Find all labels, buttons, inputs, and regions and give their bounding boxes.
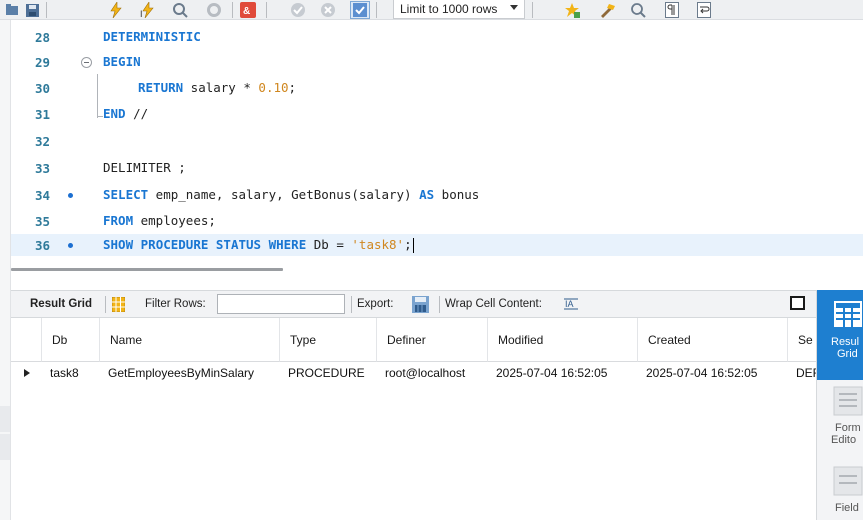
code-text: RETURN salary * 0.10;	[138, 80, 297, 95]
line-number: 28	[35, 30, 51, 45]
column-header-modified[interactable]: Modified	[488, 318, 638, 362]
field-types-view-button[interactable]: Field	[817, 466, 863, 520]
code-text: END //	[103, 106, 149, 121]
table-cell[interactable]: task8	[42, 362, 100, 384]
code-line: 30 RETURN salary * 0.10;	[11, 77, 863, 99]
current-row-arrow-icon	[24, 369, 30, 377]
execute-current-icon[interactable]: I	[138, 1, 158, 19]
table-cell[interactable]: DEF	[788, 362, 816, 384]
svg-text:IA: IA	[565, 299, 574, 309]
code-text: SELECT emp_name, salary, GetBonus(salary…	[103, 187, 480, 202]
code-line: 34 SELECT emp_name, salary, GetBonus(sal…	[11, 184, 863, 206]
code-line: 29 BEGIN	[11, 51, 863, 73]
code-text: DETERMINISTIC	[103, 29, 201, 44]
code-line-current: 36 SHOW PROCEDURE STATUS WHERE Db = 'tas…	[11, 234, 863, 256]
table-cell[interactable]: GetEmployeesByMinSalary	[100, 362, 280, 384]
code-text: BEGIN	[103, 54, 141, 69]
column-header-db[interactable]: Db	[42, 318, 100, 362]
open-file-icon[interactable]	[2, 1, 22, 19]
column-header-type[interactable]: Type	[280, 318, 377, 362]
export-label: Export:	[357, 298, 394, 310]
table-cell[interactable]: 2025-07-04 16:52:05	[488, 362, 638, 384]
stop-on-error-icon[interactable]: &	[238, 1, 258, 19]
statement-marker-icon	[68, 243, 73, 248]
wrap-cell-content-label: Wrap Cell Content:	[445, 298, 542, 310]
find-icon[interactable]	[628, 1, 648, 19]
invisible-chars-icon[interactable]	[662, 1, 682, 19]
text-cursor	[413, 238, 414, 253]
rollback-icon[interactable]	[318, 1, 338, 19]
code-line: 35 FROM employees;	[11, 210, 863, 232]
table-cell[interactable]: PROCEDURE	[280, 362, 377, 384]
code-text: SHOW PROCEDURE STATUS WHERE Db = 'task8'…	[103, 237, 412, 252]
table-cell[interactable]: root@localhost	[377, 362, 488, 384]
export-icon[interactable]	[412, 296, 429, 316]
result-grid-view-button[interactable]: Resul Grid	[817, 290, 863, 380]
chevron-down-icon	[510, 5, 518, 10]
line-number: 29	[35, 55, 51, 70]
result-view-switcher: Resul Grid Form Edito Field	[816, 290, 863, 520]
svg-text:I: I	[140, 9, 143, 18]
grid-view-icon	[834, 301, 862, 327]
limit-rows-select[interactable]: Limit to 1000 rows	[393, 0, 525, 19]
limit-rows-label: Limit to 1000 rows	[400, 2, 498, 16]
form-editor-view-button[interactable]: Form Edito	[817, 386, 863, 458]
code-line: 32	[11, 130, 863, 152]
explain-icon[interactable]	[170, 1, 190, 19]
wrap-lines-icon[interactable]	[694, 1, 714, 19]
statement-marker-icon	[68, 193, 73, 198]
form-editor-view-label: Form Edito	[831, 422, 861, 446]
fold-collapse-icon[interactable]	[81, 57, 92, 68]
column-header-definer[interactable]: Definer	[377, 318, 488, 362]
editor-horizontal-scrollbar[interactable]	[11, 268, 283, 271]
result-grid-label: Result Grid	[30, 298, 92, 310]
line-number: 32	[35, 134, 51, 149]
code-text: DELIMITER ;	[103, 160, 186, 175]
toggle-output-panel-icon[interactable]	[790, 296, 805, 310]
save-icon[interactable]	[22, 1, 42, 19]
filter-rows-input[interactable]	[217, 294, 345, 314]
sql-editor[interactable]: 28 DETERMINISTIC 29 BEGIN 30 RETURN sala…	[11, 20, 863, 262]
fold-guide	[97, 74, 98, 118]
result-grid[interactable]: Db Name Type Definer Modified Created Se…	[11, 318, 816, 520]
add-snippet-icon[interactable]	[562, 1, 582, 19]
column-header-created[interactable]: Created	[638, 318, 788, 362]
result-grid-view-label: Resul Grid	[831, 336, 860, 360]
svg-text:&: &	[243, 6, 250, 17]
fold-guide-end	[97, 116, 103, 117]
left-sidebar-edge	[0, 20, 11, 520]
table-cell[interactable]: 2025-07-04 16:52:05	[638, 362, 788, 384]
stop-icon[interactable]	[204, 1, 224, 19]
line-number: 31	[35, 107, 51, 122]
code-text: FROM employees;	[103, 213, 216, 228]
column-header-security[interactable]: Se	[788, 318, 816, 362]
filter-rows-label: Filter Rows:	[145, 298, 206, 310]
autocommit-toggle-icon[interactable]	[350, 1, 370, 19]
line-number: 35	[35, 214, 51, 229]
code-line: 28 DETERMINISTIC	[11, 26, 863, 48]
form-editor-icon	[833, 386, 863, 416]
field-types-view-label: Field	[835, 502, 859, 514]
column-header-name[interactable]: Name	[100, 318, 280, 362]
code-line: 33 DELIMITER ;	[11, 157, 863, 179]
line-number: 30	[35, 81, 51, 96]
commit-icon[interactable]	[288, 1, 308, 19]
execute-icon[interactable]	[106, 1, 126, 19]
result-toolbar: Result Grid Filter Rows: Export: Wrap Ce…	[11, 290, 816, 318]
line-number: 33	[35, 161, 51, 176]
beautify-icon[interactable]	[598, 1, 618, 19]
wrap-text-icon[interactable]: IA	[564, 298, 578, 314]
grid-view-icon[interactable]	[111, 296, 126, 315]
sql-editor-toolbar: I & Limit to 1000 rows	[0, 0, 863, 20]
row-header-column	[11, 318, 42, 362]
field-types-icon	[833, 466, 863, 496]
code-line: 31 END //	[11, 103, 863, 125]
